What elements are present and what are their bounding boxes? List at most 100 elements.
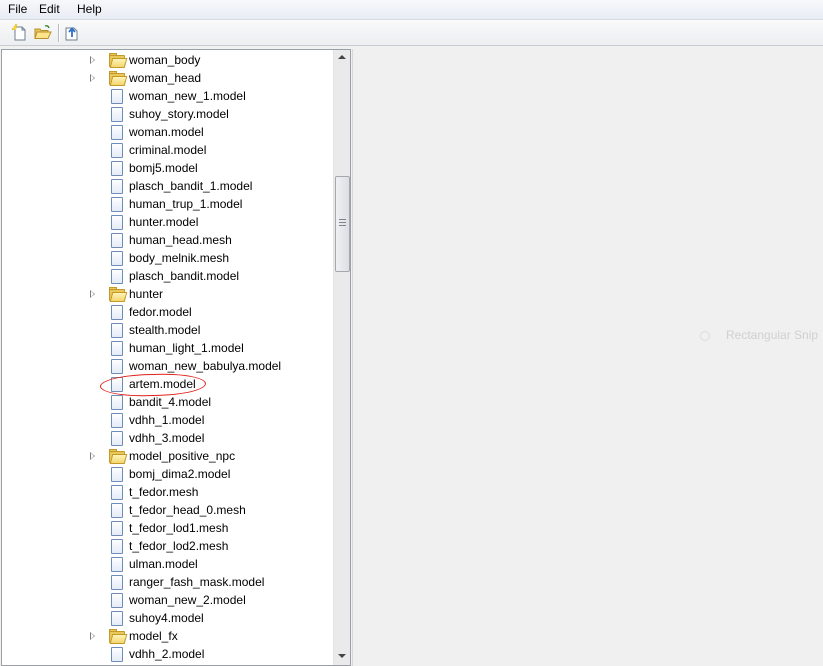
tree-file-item[interactable]: t_fedor_lod2.mesh	[2, 537, 334, 555]
tree-item-label: bandit_4.model	[129, 395, 212, 409]
file-tree-panel: woman_body woman_head woman_new_1.modelsuh…	[1, 49, 351, 666]
new-file-button[interactable]	[11, 24, 29, 42]
tree-item-label: hunter.model	[129, 215, 199, 229]
grip-line	[339, 225, 346, 226]
folder-icon	[108, 628, 128, 644]
tree-file-item[interactable]: suhoy4.model	[2, 609, 334, 627]
tree-item-label: bomj_dima2.model	[129, 467, 231, 481]
tree-file-item[interactable]: stealth.model	[2, 321, 334, 339]
scroll-thumb[interactable]	[335, 176, 350, 272]
tree-file-item[interactable]: human_trup_1.model	[2, 195, 334, 213]
tree-item-label: woman_new_babulya.model	[129, 359, 282, 373]
scroll-down-button[interactable]	[334, 648, 350, 664]
tree-file-item[interactable]: bandit_4.model	[2, 393, 334, 411]
tree-file-item[interactable]: woman_new_babulya.model	[2, 357, 334, 375]
tree-file-item[interactable]: artem.model	[2, 375, 334, 393]
menu-help[interactable]: Help	[73, 2, 106, 17]
tree-file-item[interactable]: vdhh_2.model	[2, 645, 334, 663]
preview-panel	[352, 49, 823, 666]
tree-file-item[interactable]: bomj_dima2.model	[2, 465, 334, 483]
tree-file-item[interactable]: t_fedor_head_0.mesh	[2, 501, 334, 519]
tree-item-label: suhoy_story.model	[129, 107, 229, 121]
menu-edit[interactable]: Edit	[35, 2, 64, 17]
tree-item-label: t_fedor.mesh	[129, 485, 199, 499]
file-icon	[108, 430, 124, 446]
tree-file-item[interactable]: vdhh_1.model	[2, 411, 334, 429]
expand-arrow-icon[interactable]	[90, 74, 95, 82]
new-file-icon	[12, 24, 26, 41]
tree-item-label: vdhh_3.model	[129, 431, 205, 445]
tree-item-label: t_fedor_lod2.mesh	[129, 539, 229, 553]
tree-file-item[interactable]: bomj5.model	[2, 159, 334, 177]
tree-item-label: plasch_bandit.model	[129, 269, 240, 283]
tree-file-item[interactable]: woman_new_2.model	[2, 591, 334, 609]
arrow-down-icon	[338, 654, 346, 658]
toolbar-separator	[58, 24, 59, 42]
tree-folder-item[interactable]: woman_head	[2, 69, 334, 87]
file-icon	[108, 196, 124, 212]
file-icon	[108, 646, 124, 662]
tree-item-label: woman.model	[129, 125, 204, 139]
file-icon	[108, 88, 124, 104]
tree-file-item[interactable]: suhoy_story.model	[2, 105, 334, 123]
tree-item-label: artem.model	[129, 377, 196, 391]
tree-file-item[interactable]: t_fedor_lod1.mesh	[2, 519, 334, 537]
tree-item-label: stealth.model	[129, 323, 201, 337]
scroll-up-button[interactable]	[334, 50, 350, 66]
tree-file-item[interactable]: ulman.model	[2, 555, 334, 573]
expand-arrow-icon[interactable]	[90, 56, 95, 64]
menu-file[interactable]: File	[4, 2, 31, 17]
file-icon	[108, 394, 124, 410]
tree-file-item[interactable]: vdhh_3.model	[2, 429, 334, 447]
open-folder-button[interactable]	[34, 24, 52, 42]
arrow-up-icon	[338, 55, 346, 59]
folder-icon	[108, 52, 128, 68]
file-icon	[108, 376, 124, 392]
file-icon	[108, 214, 124, 230]
file-icon	[108, 502, 124, 518]
tree-item-label: ranger_fash_mask.model	[129, 575, 265, 589]
tree-item-label: t_fedor_lod1.mesh	[129, 521, 229, 535]
expand-arrow-icon[interactable]	[90, 632, 95, 640]
file-icon	[108, 250, 124, 266]
file-icon	[108, 484, 124, 500]
tree-file-item[interactable]: ranger_fash_mask.model	[2, 573, 334, 591]
vertical-scrollbar[interactable]	[333, 50, 350, 665]
folder-icon	[108, 286, 128, 302]
tree-file-item[interactable]: human_head.mesh	[2, 231, 334, 249]
folder-icon	[108, 70, 128, 86]
expand-arrow-icon[interactable]	[90, 452, 95, 460]
tree-file-item[interactable]: plasch_bandit.model	[2, 267, 334, 285]
expand-arrow-icon[interactable]	[90, 290, 95, 298]
file-icon	[108, 538, 124, 554]
tree-folder-item[interactable]: hunter	[2, 285, 334, 303]
tree-file-item[interactable]: body_melnik.mesh	[2, 249, 334, 267]
tree-folder-item[interactable]: model_fx	[2, 627, 334, 645]
tree-item-label: ulman.model	[129, 557, 198, 571]
tree-file-item[interactable]: fedor.model	[2, 303, 334, 321]
file-icon	[108, 592, 124, 608]
tree-folder-item[interactable]: woman_body	[2, 51, 334, 69]
file-icon	[108, 466, 124, 482]
tree-file-item[interactable]: human_light_1.model	[2, 339, 334, 357]
tree-file-item[interactable]: woman_new_1.model	[2, 87, 334, 105]
tree-item-label: woman_new_2.model	[129, 593, 246, 607]
tree-file-item[interactable]: hunter.model	[2, 213, 334, 231]
tree-item-label: model_fx	[129, 629, 178, 643]
tree-file-item[interactable]: t_fedor.mesh	[2, 483, 334, 501]
tree-file-item[interactable]: criminal.model	[2, 141, 334, 159]
tree-file-item[interactable]: woman.model	[2, 123, 334, 141]
tree-folder-item[interactable]: model_positive_npc	[2, 447, 334, 465]
tree-item-label: woman_body	[129, 53, 201, 67]
tree-item-label: vdhh_2.model	[129, 647, 205, 661]
tree-item-label: hunter	[129, 287, 164, 301]
file-icon	[108, 124, 124, 140]
export-button[interactable]	[63, 24, 81, 42]
grip-line	[339, 222, 346, 223]
tree-item-label: vdhh_1.model	[129, 413, 205, 427]
file-icon	[108, 412, 124, 428]
file-icon	[108, 304, 124, 320]
snip-ghost-label: Rectangular Snip	[726, 328, 819, 342]
tree-file-item[interactable]: plasch_bandit_1.model	[2, 177, 334, 195]
tree-item-label: body_melnik.mesh	[129, 251, 230, 265]
